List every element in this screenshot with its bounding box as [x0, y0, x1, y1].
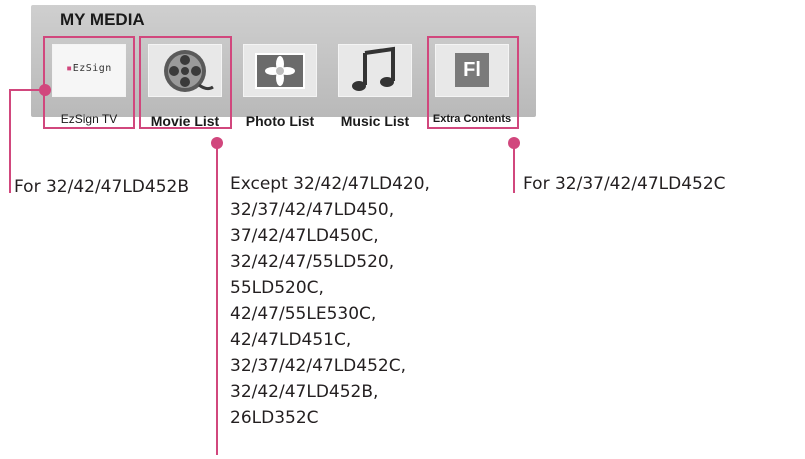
photo-flower-icon: [243, 44, 317, 97]
note-movie-line: 32/42/47/55LD520,: [230, 252, 395, 272]
note-movie-line: 37/42/47LD450C,: [230, 226, 379, 246]
note-movie-line: 55LD520C,: [230, 278, 324, 298]
music-note-icon: [338, 44, 412, 97]
callout-line-extra-contents: [513, 140, 515, 193]
note-ezsign: For 32/42/47LD452B: [14, 177, 189, 197]
note-movie-line: 42/47/55LE530C,: [230, 304, 377, 324]
note-extra-contents: For 32/37/42/47LD452C: [523, 174, 726, 194]
note-movie-line: 26LD352C: [230, 408, 319, 428]
note-movie-line: 32/42/47LD452B,: [230, 382, 379, 402]
note-movie-line: 32/37/42/47LD450,: [230, 200, 395, 220]
callout-line-ezsign-h: [9, 89, 45, 91]
tile-photo-list[interactable]: Photo List: [236, 42, 324, 131]
note-movie-line: Except 32/42/47LD420,: [230, 174, 430, 194]
highlight-extra-contents: [427, 36, 519, 129]
note-movie-line: 42/47LD451C,: [230, 330, 352, 350]
panel-title: MY MEDIA: [60, 10, 145, 29]
highlight-movie-list: [139, 36, 232, 129]
tile-music-list[interactable]: Music List: [331, 42, 419, 131]
tile-label-music-list: Music List: [340, 113, 410, 129]
callout-line-ezsign-v: [9, 89, 11, 193]
highlight-ezsign: [43, 36, 135, 129]
tile-label-photo-list: Photo List: [245, 113, 315, 129]
callout-line-movie-list: [216, 140, 218, 455]
note-movie-line: 32/37/42/47LD452C,: [230, 356, 406, 376]
note-movie-list: Except 32/42/47LD420, 32/37/42/47LD450, …: [230, 171, 430, 431]
